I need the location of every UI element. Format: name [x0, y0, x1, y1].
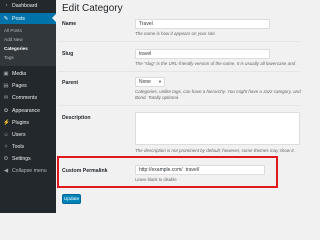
submenu-all-posts[interactable]: All Posts: [4, 28, 22, 33]
description-help: The description is not prominent by defa…: [135, 148, 295, 153]
menu-tools[interactable]: ✧ Tools: [0, 141, 56, 152]
menu-users-label: Users: [12, 131, 26, 138]
custom-permalink-label: Custom Permalink: [62, 168, 108, 174]
menu-media[interactable]: ▣ Media: [0, 68, 56, 79]
divider: [58, 71, 300, 72]
appearance-icon: ✿: [3, 107, 9, 114]
menu-settings-label: Settings: [12, 155, 31, 162]
menu-pages-label: Pages: [12, 82, 27, 89]
current-menu-arrow: [52, 14, 56, 22]
description-textarea[interactable]: [135, 112, 300, 145]
submenu-tags[interactable]: Tags: [4, 55, 14, 60]
permalink-input[interactable]: travel/: [186, 167, 200, 173]
menu-plugins-label: Plugins: [12, 119, 30, 126]
menu-appearance-label: Appearance: [12, 107, 40, 114]
submenu-categories[interactable]: Categories: [4, 46, 28, 51]
name-label: Name: [62, 21, 77, 27]
submenu-add-new[interactable]: Add New: [4, 37, 23, 42]
comments-icon: ✉: [3, 94, 9, 101]
name-input[interactable]: Travel: [135, 19, 270, 29]
permalink-prefix: http://example.com/: [139, 167, 183, 173]
pages-icon: ▤: [3, 82, 9, 89]
divider: [58, 41, 300, 42]
plugins-icon: ⚡: [3, 119, 10, 126]
permalink-field[interactable]: http://example.com/ travel/: [135, 165, 265, 175]
menu-posts[interactable]: ✎ Posts: [0, 13, 56, 24]
menu-comments-label: Comments: [12, 94, 38, 101]
tools-icon: ✧: [3, 143, 9, 150]
slug-input[interactable]: travel: [135, 49, 270, 59]
dashboard-icon: ◔: [4, 2, 8, 9]
menu-plugins[interactable]: ⚡ Plugins: [0, 117, 56, 128]
menu-appearance[interactable]: ✿ Appearance: [0, 105, 56, 116]
slug-description: The “slug” is the URL-friendly version o…: [135, 61, 296, 66]
menu-dashboard[interactable]: ◔ Dashboard: [0, 0, 56, 11]
menu-tools-label: Tools: [12, 143, 25, 150]
parent-description-line-2: Bond. Totally optional.: [135, 95, 180, 100]
menu-dashboard-label: Dashboard: [12, 2, 38, 9]
parent-label: Parent: [62, 80, 79, 86]
name-description: The name is how it appears on your site.: [135, 31, 217, 36]
users-icon: ☺: [3, 131, 9, 138]
menu-users[interactable]: ☺ Users: [0, 129, 56, 140]
posts-icon: ✎: [3, 15, 9, 22]
posts-submenu: All Posts Add New Categories Tags: [0, 24, 56, 66]
chevron-down-icon: ▼: [158, 79, 162, 84]
media-icon: ▣: [3, 70, 9, 77]
page-title: Edit Category: [62, 3, 123, 14]
menu-posts-label: Posts: [12, 15, 25, 22]
menu-pages[interactable]: ▤ Pages: [0, 80, 56, 91]
description-label: Description: [62, 115, 91, 121]
menu-collapse[interactable]: ◀ Collapse menu: [0, 165, 56, 176]
slug-label: Slug: [62, 51, 74, 57]
menu-settings[interactable]: ⚙ Settings: [0, 153, 56, 164]
menu-collapse-label: Collapse menu: [12, 167, 47, 174]
permalink-hint: Leave blank to disable: [135, 177, 177, 182]
collapse-icon: ◀: [3, 167, 9, 174]
parent-select-value: None: [139, 79, 151, 85]
menu-comments[interactable]: ✉ Comments: [0, 92, 56, 103]
divider: [58, 105, 300, 106]
admin-sidebar: ◔ Dashboard ✎ Posts All Posts Add New Ca…: [0, 0, 56, 213]
parent-select[interactable]: None ▼: [135, 77, 165, 87]
parent-description-line-1: Categories, unlike tags, can have a hier…: [135, 89, 301, 94]
settings-icon: ⚙: [3, 155, 9, 162]
update-button[interactable]: Update: [62, 194, 81, 204]
menu-media-label: Media: [12, 70, 27, 77]
